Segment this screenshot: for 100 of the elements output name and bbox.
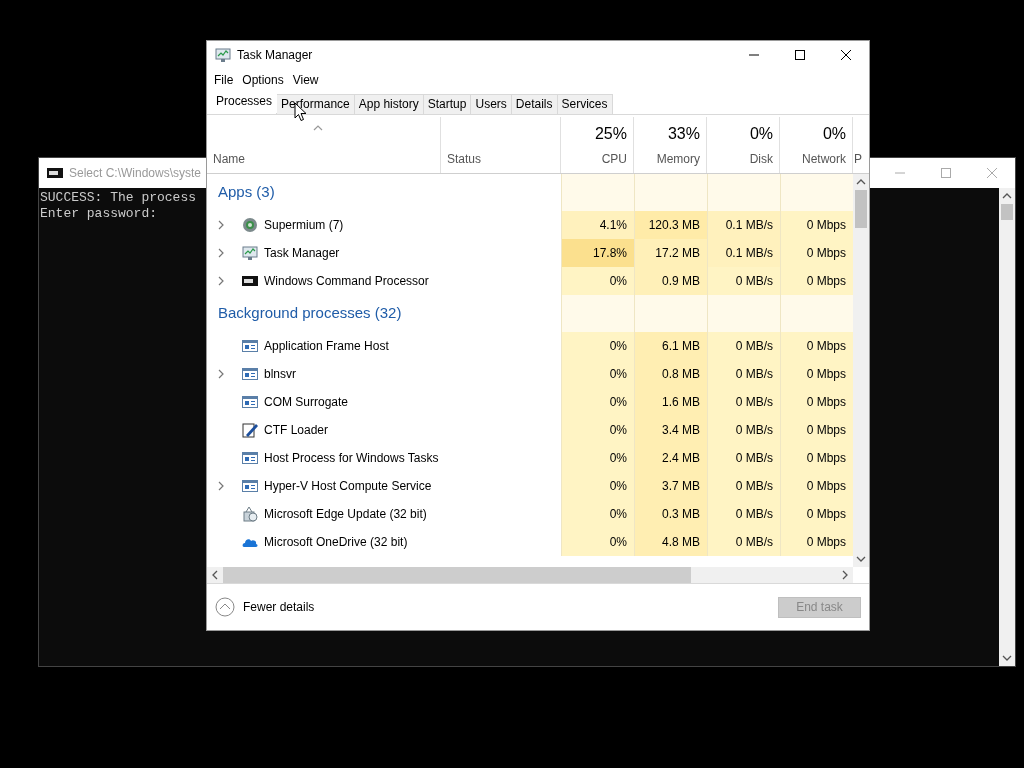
scroll-thumb[interactable] — [855, 190, 867, 228]
window-icon — [242, 450, 258, 466]
table-cell: 0 MB/s — [707, 360, 780, 388]
table-cell: 2.4 MB — [634, 444, 707, 472]
table-cell: 0.3 MB — [634, 500, 707, 528]
table-cell: 3.7 MB — [634, 472, 707, 500]
table-cell: 1.6 MB — [634, 388, 707, 416]
table-cell: 0 MB/s — [707, 444, 780, 472]
column-label: Name — [213, 151, 246, 168]
table-cell: 0% — [561, 472, 634, 500]
console-icon — [47, 165, 63, 181]
tab[interactable]: Services — [556, 94, 613, 114]
table-cell: 0 MB/s — [707, 332, 780, 360]
table-cell: 0 Mbps — [780, 267, 853, 295]
column-header[interactable]: Status — [441, 117, 561, 173]
window-title: Task Manager — [237, 47, 313, 64]
scroll-thumb[interactable] — [1001, 204, 1013, 220]
table-cell: 0.9 MB — [634, 267, 707, 295]
column-header[interactable]: 33% Memory — [634, 117, 707, 173]
package-icon — [242, 506, 258, 522]
pen-icon — [242, 422, 258, 438]
process-name[interactable]: blnsvr — [264, 365, 296, 383]
usage-total: 0% — [749, 124, 773, 144]
tab[interactable]: App history — [353, 94, 424, 114]
column-label: Disk — [749, 151, 773, 168]
chevron-icon[interactable] — [216, 369, 226, 379]
scroll-thumb[interactable] — [223, 567, 691, 583]
usage-total: 0% — [822, 124, 846, 144]
table-cell: 4.8 MB — [634, 528, 707, 556]
table-cell: 0 MB/s — [707, 267, 780, 295]
column-header[interactable]: P — [853, 117, 869, 173]
process-name[interactable]: Microsoft Edge Update (32 bit) — [264, 505, 427, 523]
table-cell: 0% — [561, 360, 634, 388]
table-cell: 0 Mbps — [780, 360, 853, 388]
table-cell: 0 Mbps — [780, 239, 853, 267]
table-cell: 0% — [561, 444, 634, 472]
table-cell: 0% — [561, 388, 634, 416]
window-icon — [242, 478, 258, 494]
column-header[interactable]: 0% Disk — [707, 117, 780, 173]
menu-item[interactable]: File — [211, 71, 237, 89]
table-cell: 0 Mbps — [780, 388, 853, 416]
globe-icon — [242, 217, 258, 233]
chevron-icon[interactable] — [216, 276, 226, 286]
scrollbar[interactable] — [853, 174, 869, 567]
tab[interactable]: Details — [510, 94, 558, 114]
menu-item[interactable]: View — [289, 71, 322, 89]
table-cell: 0.1 MB/s — [707, 211, 780, 239]
window-title: Select C:\Windows\syste — [69, 165, 202, 182]
window-icon — [242, 338, 258, 354]
table-cell: 17.2 MB — [634, 239, 707, 267]
table-cell: 0 Mbps — [780, 416, 853, 444]
window-icon — [242, 366, 258, 382]
table-cell: 0 Mbps — [780, 211, 853, 239]
fewer-details-button[interactable]: Fewer details — [215, 597, 315, 617]
table-cell: 0% — [561, 500, 634, 528]
column-header[interactable]: 25% CPU — [561, 117, 634, 173]
table-cell: 0 MB/s — [707, 528, 780, 556]
column-label: Network — [802, 151, 846, 168]
group-heading: Apps (3) — [217, 182, 276, 203]
process-name[interactable]: Supermium (7) — [264, 216, 344, 234]
column-header[interactable]: 0% Network — [780, 117, 853, 173]
process-name[interactable]: Application Frame Host — [264, 337, 389, 355]
table-cell: 0 Mbps — [780, 472, 853, 500]
table-cell: 6.1 MB — [634, 332, 707, 360]
console-icon — [242, 273, 258, 289]
scrollbar[interactable] — [207, 567, 853, 583]
process-name[interactable]: Host Process for Windows Tasks — [264, 449, 439, 467]
process-name[interactable]: Windows Command Processor — [264, 272, 429, 290]
chevron-icon[interactable] — [216, 481, 226, 491]
usage-total: 25% — [594, 124, 627, 144]
scrollbar[interactable] — [999, 188, 1015, 666]
table-cell: 0.8 MB — [634, 360, 707, 388]
group-heading: Background processes (32) — [217, 303, 403, 324]
process-name[interactable]: Hyper-V Host Compute Service — [264, 477, 432, 495]
table-cell: 0 MB/s — [707, 388, 780, 416]
process-name[interactable]: CTF Loader — [264, 421, 329, 439]
menu-item[interactable]: Options — [239, 71, 287, 89]
table-cell: 0% — [561, 332, 634, 360]
table-cell: 0 MB/s — [707, 500, 780, 528]
process-name[interactable]: Microsoft OneDrive (32 bit) — [264, 533, 408, 551]
usage-total: 33% — [667, 124, 700, 144]
table-cell: 3.4 MB — [634, 416, 707, 444]
chevron-icon[interactable] — [216, 248, 226, 258]
console-line: SUCCESS: The process — [40, 190, 197, 206]
tab[interactable]: Users — [470, 94, 512, 114]
process-name[interactable]: COM Surrogate — [264, 393, 349, 411]
process-name[interactable]: Task Manager — [264, 244, 340, 262]
table-cell: 120.3 MB — [634, 211, 707, 239]
window-icon — [242, 394, 258, 410]
monitor-icon — [215, 47, 231, 63]
table-cell: 0.1 MB/s — [707, 239, 780, 267]
collapse-icon — [215, 597, 235, 617]
table-cell: 0% — [561, 267, 634, 295]
chevron-icon[interactable] — [216, 220, 226, 230]
tab[interactable]: Performance — [276, 94, 355, 114]
column-label: Memory — [656, 151, 700, 168]
table-cell: 17.8% — [561, 239, 634, 267]
tab[interactable]: Startup — [422, 94, 472, 114]
table-cell: 0 MB/s — [707, 416, 780, 444]
table-cell: 0% — [561, 416, 634, 444]
